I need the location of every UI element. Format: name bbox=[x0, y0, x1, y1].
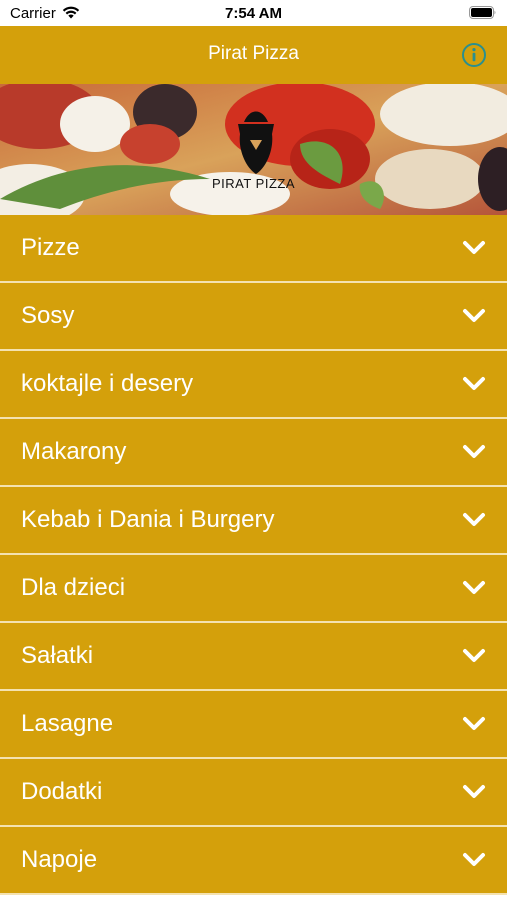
category-label: Lasagne bbox=[21, 710, 114, 737]
category-list: Pizze Sosy koktajle i desery Makarony Ke… bbox=[0, 215, 507, 895]
category-label: Pizze bbox=[21, 234, 80, 261]
battery-icon bbox=[469, 6, 496, 19]
status-bar: Carrier 7:54 AM bbox=[0, 0, 507, 26]
category-item-dla-dzieci[interactable]: Dla dzieci bbox=[0, 555, 507, 623]
clock: 7:54 AM bbox=[225, 5, 282, 22]
chevron-down-icon bbox=[463, 513, 485, 526]
category-item-lasagne[interactable]: Lasagne bbox=[0, 691, 507, 759]
chevron-down-icon bbox=[463, 853, 485, 866]
pizza-banner-image bbox=[0, 84, 507, 215]
logo-text: PIRAT PIZZA bbox=[211, 176, 296, 191]
chevron-down-icon bbox=[463, 581, 485, 594]
category-label: Kebab i Dania i Burgery bbox=[21, 506, 275, 533]
category-item-napoje[interactable]: Napoje bbox=[0, 827, 507, 895]
category-item-kebab-i-dania-i-burgery[interactable]: Kebab i Dania i Burgery bbox=[0, 487, 507, 555]
category-label: koktajle i desery bbox=[21, 370, 194, 397]
category-label: Sosy bbox=[21, 302, 75, 329]
category-item-salatki[interactable]: Sałatki bbox=[0, 623, 507, 691]
category-label: Makarony bbox=[21, 438, 127, 465]
category-label: Sałatki bbox=[21, 642, 94, 669]
category-label: Dla dzieci bbox=[21, 574, 126, 601]
header-banner: PIRAT PIZZA bbox=[0, 84, 507, 215]
chevron-down-icon bbox=[463, 241, 485, 254]
category-item-makarony[interactable]: Makarony bbox=[0, 419, 507, 487]
category-item-sosy[interactable]: Sosy bbox=[0, 283, 507, 351]
chevron-down-icon bbox=[463, 785, 485, 798]
category-item-koktajle-i-desery[interactable]: koktajle i desery bbox=[0, 351, 507, 419]
category-item-pizze[interactable]: Pizze bbox=[0, 215, 507, 283]
page-title: Pirat Pizza bbox=[208, 43, 299, 64]
chevron-down-icon bbox=[463, 377, 485, 390]
category-label: Dodatki bbox=[21, 778, 103, 805]
category-item-dodatki[interactable]: Dodatki bbox=[0, 759, 507, 827]
chevron-down-icon bbox=[463, 717, 485, 730]
category-label: Napoje bbox=[21, 846, 98, 873]
navigation-bar: Pirat Pizza bbox=[0, 26, 507, 84]
chevron-down-icon bbox=[463, 309, 485, 322]
info-icon[interactable] bbox=[461, 42, 487, 68]
chevron-down-icon bbox=[463, 445, 485, 458]
chevron-down-icon bbox=[463, 649, 485, 662]
